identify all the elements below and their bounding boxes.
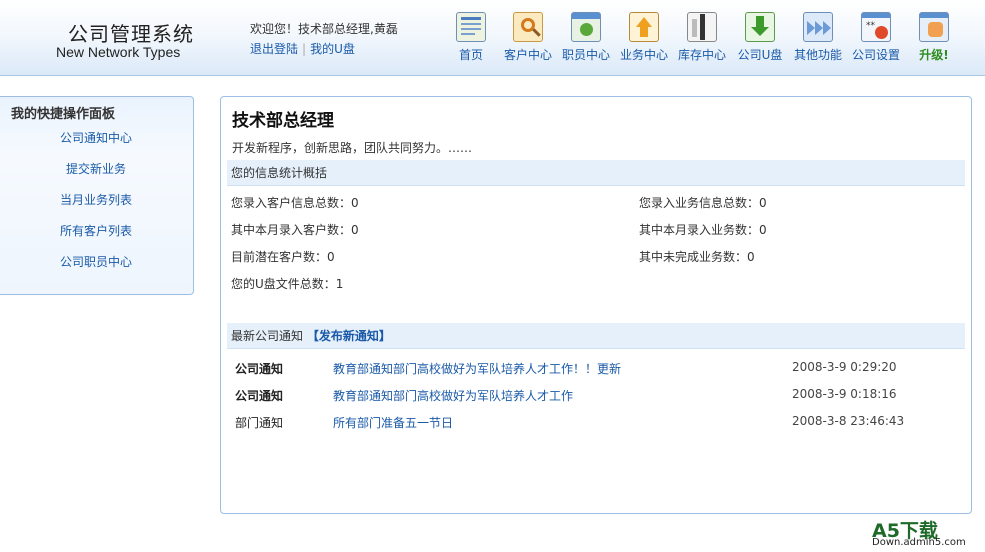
nav-customer-center[interactable]: 客户中心 [498, 12, 558, 63]
customer-icon [513, 12, 543, 42]
watermark-url: Down.admin5.com [872, 537, 966, 548]
notice-header: 最新公司通知 【发布新通知】 [227, 323, 965, 349]
logout-link[interactable]: 退出登陆 [250, 42, 298, 56]
notice-row: 公司通知 教育部通知部门高校做好为军队培养人才工作！！更新 2008-3-9 0… [235, 360, 955, 380]
top-header: 公司管理系统 New Network Types 欢迎您！技术部总经理,黄磊 退… [0, 0, 985, 76]
stats-header: 您的信息统计概括 [227, 160, 965, 186]
notice-category: 公司通知 [235, 362, 284, 376]
quick-link-monthly-business[interactable]: 当月业务列表 [60, 193, 132, 207]
quick-link-all-customers[interactable]: 所有客户列表 [60, 224, 132, 238]
quick-item: 提交新业务 [0, 160, 195, 191]
stats-header-label: 您的信息统计概括 [231, 166, 328, 180]
nav-company-settings[interactable]: ** 公司设置 [846, 12, 906, 63]
nav-upgrade[interactable]: 升级! [904, 12, 964, 63]
quick-link-staff-center[interactable]: 公司职员中心 [60, 255, 132, 269]
quick-item: 公司职员中心 [0, 253, 195, 284]
nav-label: 升级! [919, 48, 949, 62]
notice-row: 部门通知 所有部门准备五一节日 2008-3-8 23:46:43 [235, 414, 955, 434]
home-icon [456, 12, 486, 42]
nav-business-center[interactable]: 业务中心 [614, 12, 674, 63]
notice-date: 2008-3-9 0:29:20 [792, 360, 897, 374]
quick-item: 当月业务列表 [0, 191, 195, 222]
quick-panel: 我的快捷操作面板 公司通知中心 提交新业务 当月业务列表 所有客户列表 公司职员… [0, 96, 194, 295]
publish-notice-link[interactable]: 【发布新通知】 [307, 329, 391, 343]
nav-label: 库存中心 [677, 48, 726, 62]
stat-disk-files: 您的U盘文件总数：1 [231, 277, 344, 291]
quick-panel-list: 公司通知中心 提交新业务 当月业务列表 所有客户列表 公司职员中心 [0, 129, 195, 284]
settings-icon: ** [861, 12, 891, 42]
nav-inventory-center[interactable]: 库存中心 [672, 12, 732, 63]
stat-customers-month: 其中本月录入客户数：0 [231, 223, 359, 237]
welcome-text: 欢迎您！技术部总经理,黄磊 [250, 22, 398, 36]
quick-link-notices[interactable]: 公司通知中心 [60, 131, 132, 145]
stat-business-month: 其中本月录入业务数：0 [639, 223, 767, 237]
notice-date: 2008-3-8 23:46:43 [792, 414, 905, 428]
main-panel: 技术部总经理 开发新程序，创新思路，团队共同努力。…… 您的信息统计概括 您录入… [220, 96, 972, 514]
department-slogan: 开发新程序，创新思路，团队共同努力。…… [232, 141, 473, 155]
site-watermark: A5下载 Down.admin5.com [872, 516, 982, 550]
nav-label: 其他功能 [793, 48, 842, 62]
stat-customers-total: 您录入客户信息总数：0 [231, 196, 359, 210]
nav-label: 公司设置 [851, 48, 900, 62]
nav-label: 客户中心 [503, 48, 552, 62]
nav-label: 首页 [458, 48, 483, 62]
notice-title-link[interactable]: 教育部通知部门高校做好为军队培养人才工作 [333, 387, 573, 404]
notice-category: 公司通知 [235, 389, 284, 403]
notice-row: 公司通知 教育部通知部门高校做好为军队培养人才工作 2008-3-9 0:18:… [235, 387, 955, 407]
nav-label: 公司U盘 [737, 48, 783, 62]
nav-staff-center[interactable]: 职员中心 [556, 12, 616, 63]
stat-business-total: 您录入业务信息总数：0 [639, 196, 767, 210]
business-icon [629, 12, 659, 42]
notice-date: 2008-3-9 0:18:16 [792, 387, 897, 401]
notice-category: 部门通知 [235, 416, 284, 430]
notice-header-label: 最新公司通知 [231, 329, 304, 343]
my-disk-link[interactable]: 我的U盘 [310, 42, 355, 56]
nav-company-disk[interactable]: 公司U盘 [730, 12, 790, 63]
quick-item: 公司通知中心 [0, 129, 195, 160]
nav-label: 业务中心 [619, 48, 668, 62]
user-links: 退出登陆 | 我的U盘 [250, 40, 355, 57]
upgrade-icon [919, 12, 949, 42]
link-separator: | [302, 42, 307, 56]
nav-other-functions[interactable]: 其他功能 [788, 12, 848, 63]
notice-title-link[interactable]: 所有部门准备五一节日 [333, 414, 453, 431]
staff-icon [571, 12, 601, 42]
quick-link-submit-business[interactable]: 提交新业务 [66, 162, 126, 176]
logo-title: 公司管理系统 [68, 22, 194, 46]
stat-business-unfinished: 其中未完成业务数：0 [639, 250, 755, 264]
logo-subtitle: New Network Types [56, 44, 181, 60]
usb-disk-icon [745, 12, 775, 42]
notice-title-link[interactable]: 教育部通知部门高校做好为军队培养人才工作！！更新 [333, 360, 621, 377]
quick-panel-title: 我的快捷操作面板 [11, 107, 116, 122]
inventory-icon [687, 12, 717, 42]
nav-label: 职员中心 [561, 48, 610, 62]
stat-potential-customers: 目前潜在客户数：0 [231, 250, 335, 264]
nav-home[interactable]: 首页 [441, 12, 501, 63]
quick-item: 所有客户列表 [0, 222, 195, 253]
other-functions-icon [803, 12, 833, 42]
page-title: 技术部总经理 [232, 111, 334, 131]
